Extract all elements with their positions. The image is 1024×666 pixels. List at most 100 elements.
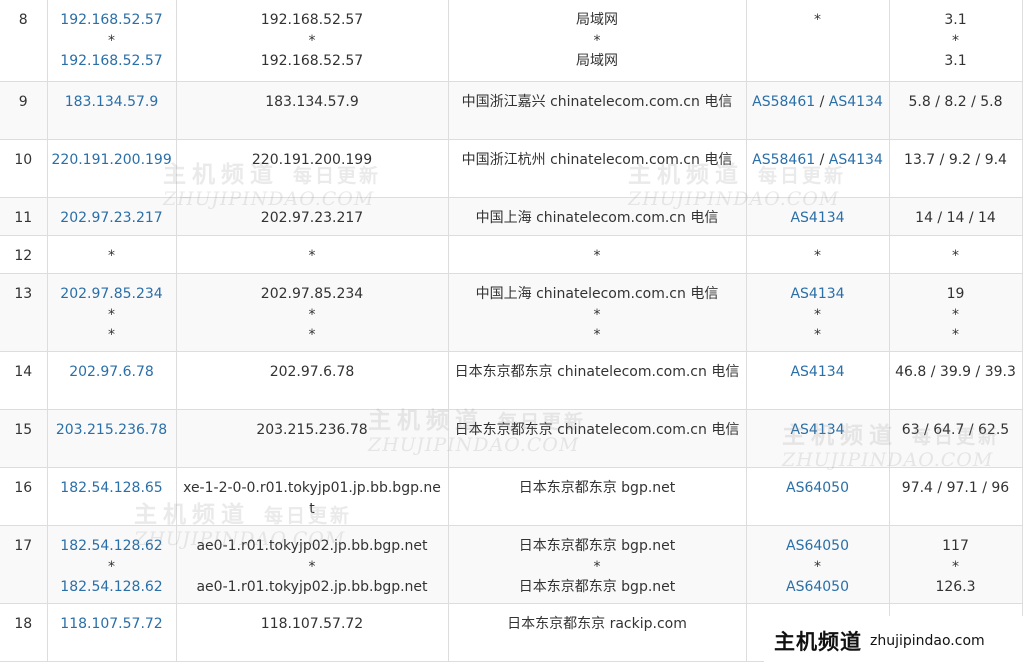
hop-ip-link[interactable]: 202.97.85.234 [52, 284, 172, 305]
hostname-value: 183.134.57.9 [265, 94, 359, 110]
location-value: 日本东京都东京 bgp.net [518, 538, 676, 554]
asn-link[interactable]: AS64050 [786, 579, 849, 595]
traceroute-rows: 8 192.168.52.57 * 192.168.52.57 192.168.52.5… [0, 0, 1023, 662]
hostname-value: 118.107.57.72 [260, 616, 364, 632]
latency-cell: * [888, 235, 1023, 274]
hostname-cell: * [175, 235, 449, 274]
hop-number-cell: 11 [0, 197, 48, 236]
latency-value: 5.8 / 8.2 / 5.8 [908, 94, 1003, 110]
table-row: 11 202.97.23.217 202.97.23.217 中国上海 chinate… [0, 197, 1023, 236]
location-value: 日本东京都东京 chinatelecom.com.cn 电信 [454, 422, 740, 438]
hostname-cell: 183.134.57.9 [175, 81, 449, 140]
location-value: 中国浙江嘉兴 chinatelecom.com.cn 电信 [461, 94, 733, 110]
location-cell: 中国浙江嘉兴 chinatelecom.com.cn 电信 [447, 81, 747, 140]
hop-ip-link[interactable]: 182.54.128.65 [52, 478, 172, 499]
hostname-cell: ae0-1.r01.tokyjp02.jp.bb.bgp.net * ae0-1.r… [175, 525, 449, 604]
location-cell: 中国浙江杭州 chinatelecom.com.cn 电信 [447, 139, 747, 198]
hostname-cell: 202.97.85.234 * * [175, 273, 449, 352]
hop-ip-link[interactable]: 192.168.52.57 [52, 51, 172, 72]
latency-value: 13.7 / 9.2 / 9.4 [904, 152, 1007, 168]
location-value: * [593, 32, 601, 49]
site-logo[interactable]: 主机频道 zhujipindao.com [764, 616, 1024, 666]
latency-value: 14 / 14 / 14 [915, 210, 996, 226]
latency-value: 3.1 [944, 12, 967, 28]
ip-cell: 202.97.85.234 * * [46, 273, 177, 352]
asn-link[interactable]: AS58461 [752, 94, 815, 110]
hop-number-cell: 17 [0, 525, 48, 604]
asn-cell: AS64050 * AS64050 [745, 525, 890, 604]
location-cell: 日本东京都东京 bgp.net * 日本东京都东京 bgp.net [447, 525, 747, 604]
asn-link[interactable]: AS4134 [790, 286, 844, 302]
asn-link[interactable]: AS64050 [786, 538, 849, 554]
latency-cell: 3.1 * 3.1 [888, 0, 1023, 82]
hop-ip-link[interactable]: 182.54.128.62 [52, 536, 172, 557]
latency-value: * [952, 327, 959, 343]
ip-cell: 220.191.200.199 [46, 139, 177, 198]
latency-value: * [952, 248, 959, 264]
asn-cell: AS4134 * * [745, 273, 890, 352]
asn-link[interactable]: AS4134 [790, 210, 844, 226]
hop-ip-empty: * [108, 327, 115, 343]
asn-link[interactable]: AS4134 [790, 364, 844, 380]
hop-ip-link[interactable]: 183.134.57.9 [52, 92, 172, 113]
asn-value: * [814, 327, 821, 343]
hostname-value: * [308, 32, 316, 49]
asn-cell: AS64050 [745, 467, 890, 526]
hostname-cell: 118.107.57.72 [175, 603, 449, 662]
asn-link[interactable]: AS4134 [829, 94, 883, 110]
ip-cell: 183.134.57.9 [46, 81, 177, 140]
asn-cell: AS4134 [745, 409, 890, 468]
asn-link[interactable]: AS58461 [752, 152, 815, 168]
location-cell: 日本东京都东京 chinatelecom.com.cn 电信 [447, 409, 747, 468]
latency-value: 3.1 [944, 53, 967, 69]
table-row: 8 192.168.52.57 * 192.168.52.57 192.168.52.5… [0, 0, 1023, 82]
latency-value: 97.4 / 97.1 / 96 [901, 480, 1010, 496]
hop-number-cell: 9 [0, 81, 48, 140]
asn-value: AS64050 [751, 577, 885, 598]
latency-value: * [952, 558, 959, 575]
ip-cell: 118.107.57.72 [46, 603, 177, 662]
hostname-value: 192.168.52.57 [260, 53, 364, 69]
hostname-cell: 202.97.6.78 [175, 351, 449, 410]
asn-value: AS4134 [751, 420, 885, 441]
ip-cell: 192.168.52.57 * 192.168.52.57 [46, 0, 177, 82]
latency-value: 63 / 64.7 / 62.5 [901, 422, 1010, 438]
latency-value: 126.3 [935, 579, 976, 595]
hostname-cell: 192.168.52.57 * 192.168.52.57 [175, 0, 449, 82]
hop-ip-link[interactable]: 202.97.23.217 [52, 208, 172, 229]
hostname-value: 192.168.52.57 [260, 12, 364, 28]
location-value: 局域网 [576, 53, 618, 69]
hop-number-cell: 16 [0, 467, 48, 526]
ip-cell: 182.54.128.65 [46, 467, 177, 526]
hop-ip-link[interactable]: 220.191.200.199 [52, 150, 172, 171]
asn-link[interactable]: AS4134 [829, 152, 883, 168]
location-cell: * [447, 235, 747, 274]
location-value: 中国上海 chinatelecom.com.cn 电信 [475, 286, 719, 302]
hop-ip-link[interactable]: 203.215.236.78 [52, 420, 172, 441]
latency-value: 46.8 / 39.9 / 39.3 [895, 364, 1016, 380]
hop-ip-link[interactable]: 192.168.52.57 [52, 10, 172, 31]
location-value: * [593, 327, 601, 343]
hostname-value: 220.191.200.199 [251, 152, 373, 168]
latency-cell: 13.7 / 9.2 / 9.4 [888, 139, 1023, 198]
table-row: 10 220.191.200.199 220.191.200.199 中国浙江杭州 c… [0, 139, 1023, 198]
hostname-cell: 203.215.236.78 [175, 409, 449, 468]
hostname-value: 202.97.23.217 [260, 210, 364, 226]
hop-number-cell: 10 [0, 139, 48, 198]
latency-value: * [952, 32, 959, 49]
hop-ip-link[interactable]: 118.107.57.72 [52, 614, 172, 635]
hop-number-cell: 14 [0, 351, 48, 410]
ip-cell: 182.54.128.62 * 182.54.128.62 [46, 525, 177, 604]
table-row: 13 202.97.85.234 * * 202.97.85.234 * * 中国上海 chi… [0, 273, 1023, 352]
location-cell: 中国上海 chinatelecom.com.cn 电信 * * [447, 273, 747, 352]
location-cell: 中国上海 chinatelecom.com.cn 电信 [447, 197, 747, 236]
hop-ip-link[interactable]: 182.54.128.62 [52, 577, 172, 598]
latency-cell: 117 * 126.3 [888, 525, 1023, 604]
hop-number-cell: 13 [0, 273, 48, 352]
asn-link[interactable]: AS4134 [790, 422, 844, 438]
hop-ip-link[interactable]: 202.97.6.78 [52, 362, 172, 383]
hostname-value: * [308, 327, 316, 343]
asn-link[interactable]: AS64050 [786, 480, 849, 496]
asn-value: AS64050 [751, 478, 885, 499]
hop-number-cell: 8 [0, 0, 48, 82]
